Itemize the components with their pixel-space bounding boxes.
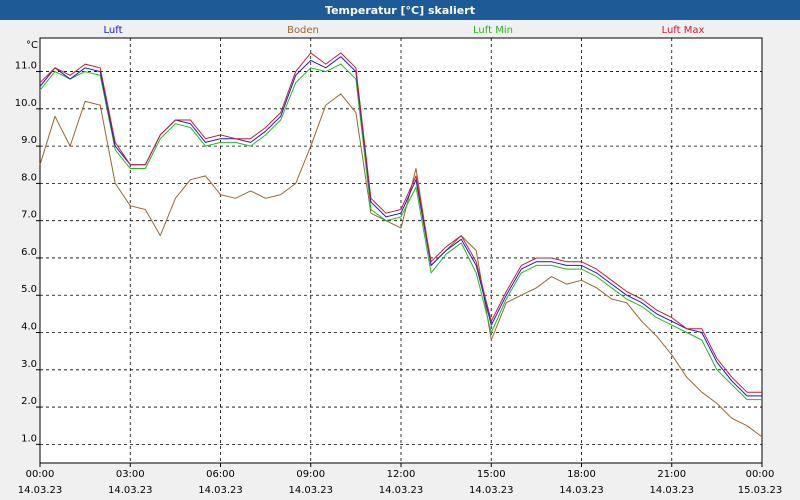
y-tick-label: 3.0 [21,359,37,370]
x-tick-date: 14.03.23 [379,485,424,496]
x-tick-date: 14.03.23 [649,485,694,496]
x-tick-date: 14.03.23 [18,485,63,496]
y-tick-label: 9.0 [21,135,37,146]
y-tick-label: 6.0 [21,247,37,258]
x-tick-date: 14.03.23 [198,485,243,496]
x-tick-time: 06:00 [206,469,235,480]
x-tick-time: 18:00 [567,469,596,480]
x-tick-date: 14.03.23 [108,485,153,496]
x-tick-time: 12:00 [387,469,416,480]
legend-entry: Boden [287,25,319,36]
x-tick-time: 21:00 [657,469,686,480]
y-tick-label: 7.0 [21,210,37,221]
x-tick-date: 15.03.23 [738,485,783,496]
x-tick-time: 09:00 [296,469,325,480]
y-tick-label: 8.0 [21,172,37,183]
y-tick-label: 1.0 [21,433,37,444]
legend-entry: Luft Max [662,25,705,36]
x-tick-date: 14.03.23 [559,485,604,496]
y-tick-label: 5.0 [21,284,37,295]
y-tick-label: 2.0 [21,396,37,407]
legend-entry: Luft Min [473,25,513,36]
x-tick-date: 14.03.23 [288,485,333,496]
y-tick-label: 10.0 [15,98,37,109]
x-tick-time: 00:00 [746,469,775,480]
legend-entry: Luft [104,25,123,36]
x-tick-date: 14.03.23 [469,485,514,496]
line-chart: Luft Boden Luft Min Luft Max °C 1.0 2.0 3.0 4.0 5… [15,25,783,496]
x-tick-time: 00:00 [26,469,55,480]
y-tick-label: 11.0 [15,61,37,72]
y-axis-unit: °C [26,40,38,51]
x-tick-time: 03:00 [116,469,145,480]
x-tick-time: 15:00 [477,469,506,480]
y-tick-label: 4.0 [21,322,37,333]
